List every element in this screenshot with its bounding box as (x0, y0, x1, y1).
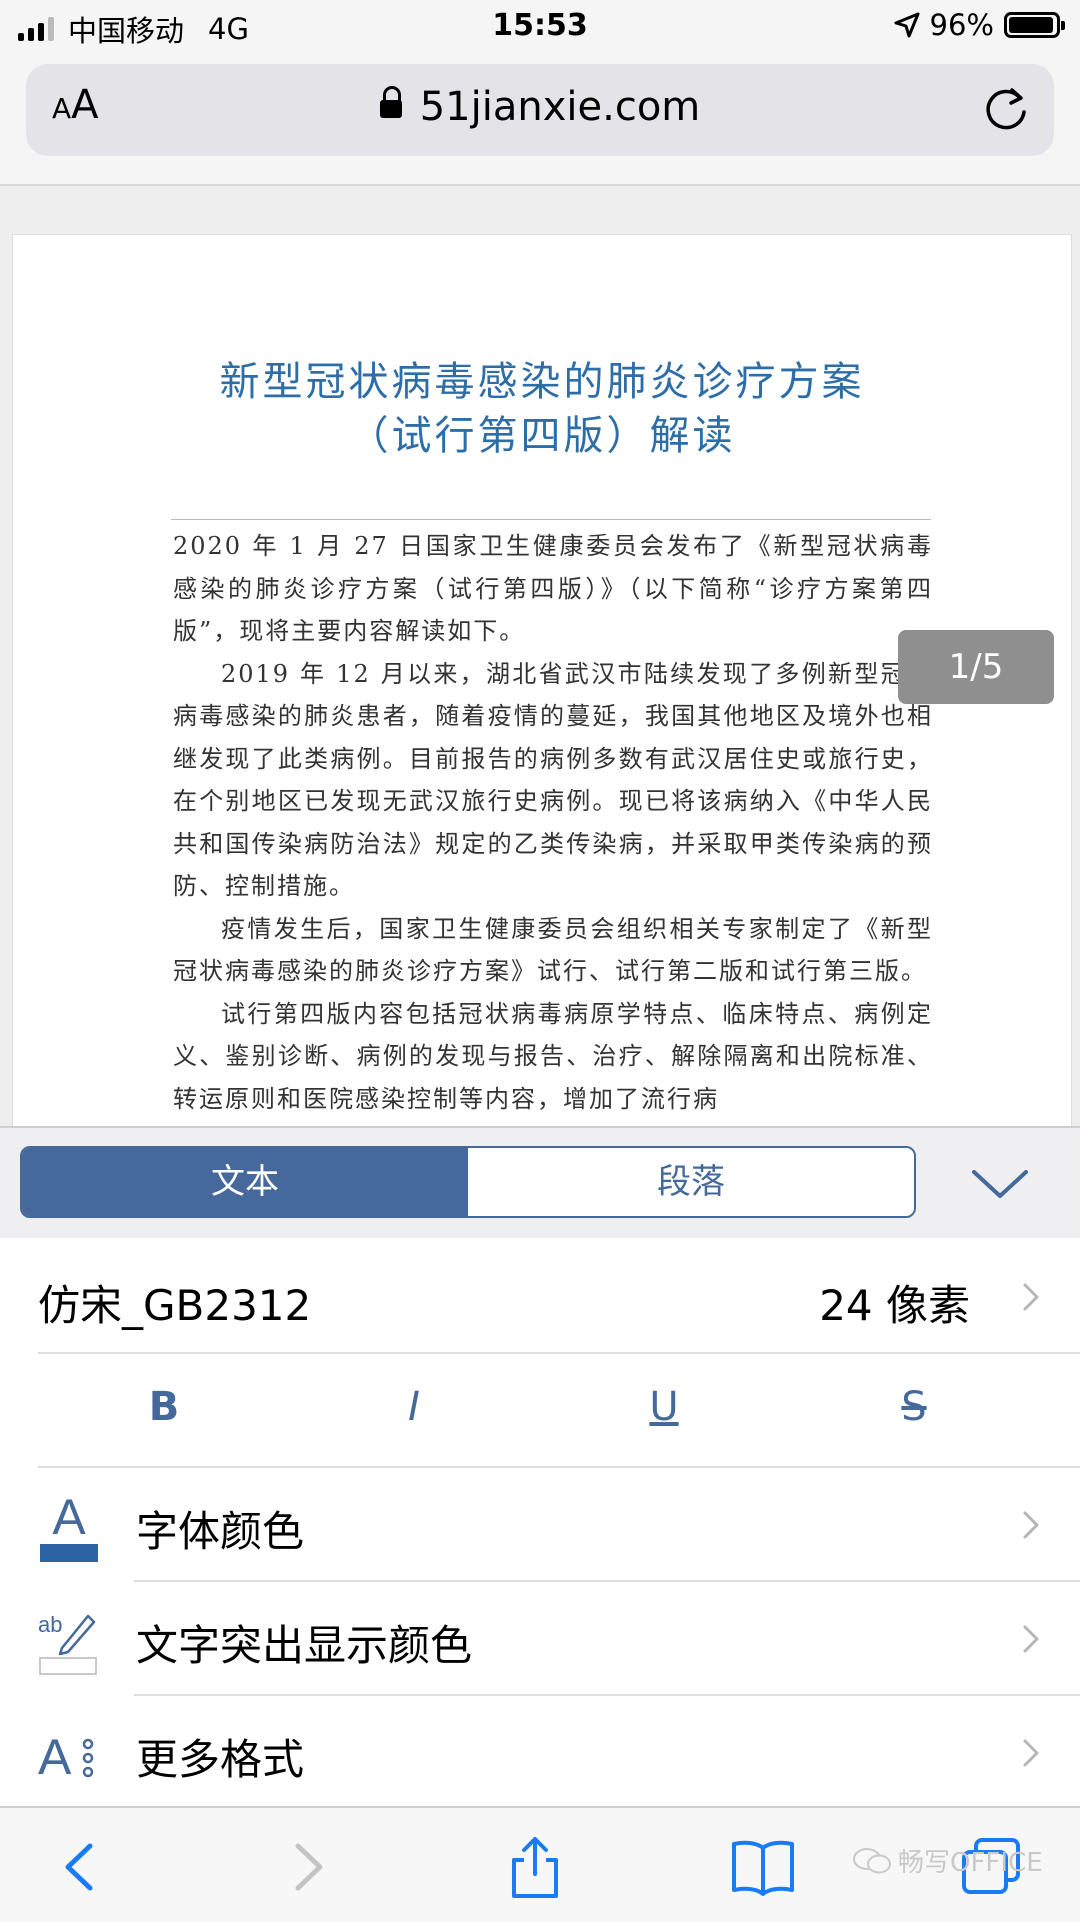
bookmarks-icon[interactable] (728, 1834, 798, 1900)
title-divider (171, 519, 931, 520)
back-icon[interactable] (46, 1834, 116, 1900)
chevron-right-icon (1023, 1739, 1039, 1767)
highlight-pen-icon: ab (38, 1612, 97, 1675)
lock-icon (379, 86, 402, 118)
font-name: 仿宋_GB2312 (38, 1281, 312, 1330)
font-color-label: 字体颜色 (136, 1507, 305, 1556)
highlight-color-label: 文字突出显示颜色 (136, 1621, 473, 1670)
chevron-down-icon[interactable] (970, 1166, 1030, 1202)
font-row[interactable]: 仿宋_GB2312 24 像素 (0, 1242, 1080, 1352)
bold-button[interactable]: B (124, 1384, 204, 1430)
chevron-right-icon (1023, 1283, 1039, 1311)
watermark-text: 畅写OFFICE (898, 1848, 1043, 1878)
tab-text[interactable]: 文本 (22, 1148, 468, 1216)
browser-toolbar: 畅写OFFICE (0, 1806, 1080, 1922)
more-formats-label: 更多格式 (136, 1735, 305, 1784)
format-panel: 文本 段落 仿宋_GB2312 24 像素 B I U S A 字体颜色 ab (0, 1126, 1080, 1808)
svg-text:ab: ab (38, 1612, 62, 1637)
underline-button[interactable]: U (624, 1384, 704, 1430)
document-viewport[interactable]: 新型冠状病毒感染的肺炎诊疗方案 （试行第四版）解读 2020 年 1 月 27 … (0, 186, 1080, 1126)
more-formats-row[interactable]: A 更多格式 (0, 1696, 1080, 1808)
browser-header: AA 51jianxie.com (0, 56, 1080, 186)
strikethrough-button[interactable]: S (874, 1384, 954, 1430)
svg-text:A: A (38, 1729, 72, 1785)
reload-icon[interactable] (982, 84, 1032, 134)
italic-button[interactable]: I (374, 1384, 454, 1430)
watermark: 畅写OFFICE (852, 1842, 1043, 1879)
address-bar[interactable]: AA 51jianxie.com (26, 64, 1054, 156)
document-title: 新型冠状病毒感染的肺炎诊疗方案 （试行第四版）解读 (13, 355, 1071, 463)
title-line-1: 新型冠状病毒感染的肺炎诊疗方案 (219, 359, 865, 405)
tab-paragraph[interactable]: 段落 (468, 1148, 914, 1216)
font-size: 24 像素 (819, 1281, 970, 1330)
status-right: 96% (894, 8, 1065, 42)
url-text: 51jianxie.com (419, 84, 701, 130)
status-bar: 中国移动 4G 15:53 96% (0, 0, 1080, 56)
paragraph[interactable]: 2020 年 1 月 27 日国家卫生健康委员会发布了《新型冠状病毒感染的肺炎诊… (173, 525, 933, 653)
url-display[interactable]: 51jianxie.com (26, 84, 1054, 130)
paragraph[interactable]: 2019 年 12 月以来，湖北省武汉市陆续发现了多例新型冠状病毒感染的肺炎患者… (173, 653, 933, 908)
text-style-row: B I U S (0, 1354, 1080, 1466)
title-line-2: （试行第四版）解读 (348, 413, 736, 459)
chevron-right-icon (1023, 1511, 1039, 1539)
chevron-right-icon (1023, 1625, 1039, 1653)
font-color-row[interactable]: A 字体颜色 (0, 1468, 1080, 1580)
svg-text:A: A (52, 1490, 86, 1545)
format-tabs: 文本 段落 (20, 1146, 916, 1218)
panel-header: 文本 段落 (0, 1128, 1080, 1238)
paragraph[interactable]: 疫情发生后，国家卫生健康委员会组织相关专家制定了《新型冠状病毒感染的肺炎诊疗方案… (173, 908, 933, 993)
forward-icon[interactable] (272, 1834, 342, 1900)
font-color-icon: A (40, 1490, 98, 1562)
page-indicator: 1/5 (898, 630, 1054, 704)
battery-percent: 96% (929, 8, 994, 42)
wechat-icon (853, 1847, 891, 1873)
share-icon[interactable] (500, 1834, 570, 1900)
paragraph[interactable]: 试行第四版内容包括冠状病毒病原学特点、临床特点、病例定义、鉴别诊断、病例的发现与… (173, 993, 933, 1121)
document-body[interactable]: 2020 年 1 月 27 日国家卫生健康委员会发布了《新型冠状病毒感染的肺炎诊… (173, 525, 933, 1120)
battery-icon (1004, 12, 1065, 38)
highlight-color-row[interactable]: ab 文字突出显示颜色 (0, 1582, 1080, 1694)
more-formats-icon: A (38, 1729, 94, 1785)
location-icon (894, 12, 920, 38)
